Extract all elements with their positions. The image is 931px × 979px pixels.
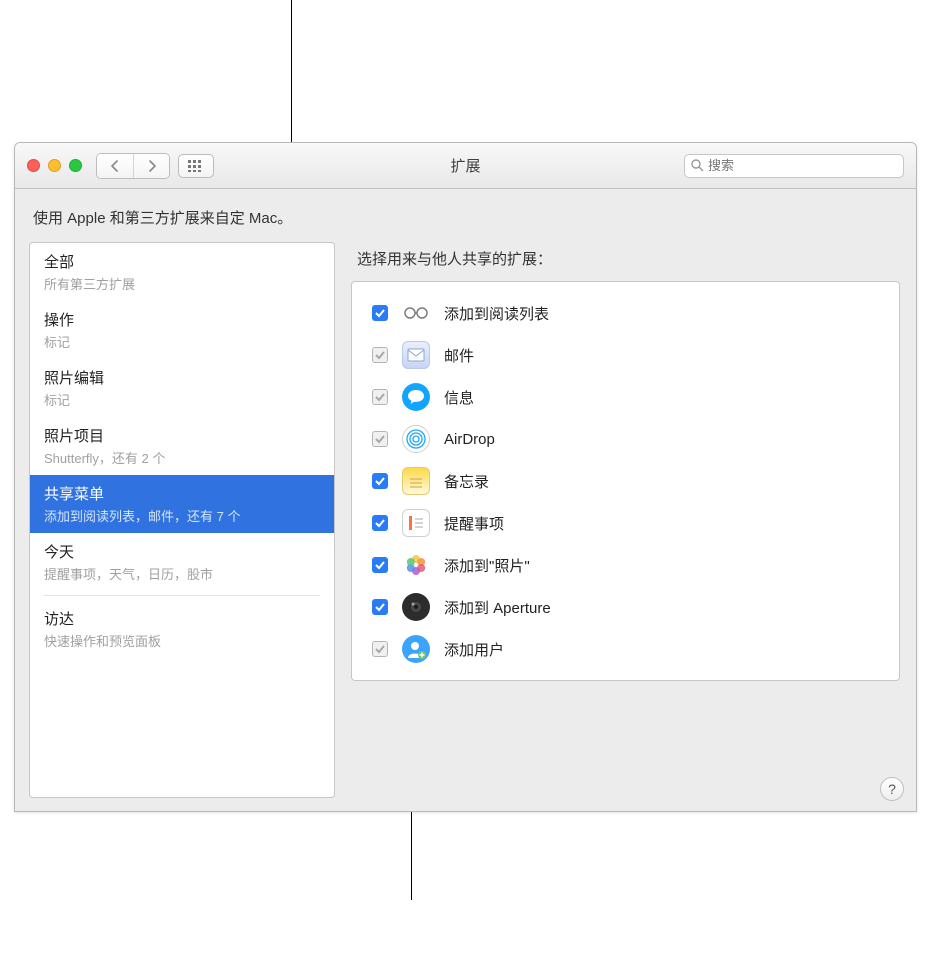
mail-icon [402, 341, 430, 369]
checkbox-mail[interactable] [372, 347, 388, 363]
sidebar-divider [44, 595, 320, 596]
extensions-title: 选择用来与他人共享的扩展： [357, 248, 900, 269]
extension-row-reading-list: 添加到阅读列表 [352, 292, 899, 334]
aperture-icon [402, 593, 430, 621]
forward-button[interactable] [133, 154, 169, 178]
sidebar-item-photo-editing[interactable]: 照片编辑 标记 [30, 359, 334, 417]
reading-list-icon [402, 299, 430, 327]
notes-icon [402, 467, 430, 495]
extension-row-aperture: 添加到 Aperture [352, 586, 899, 628]
sidebar-item-all[interactable]: 全部 所有第三方扩展 [30, 243, 334, 301]
extension-row-airdrop: AirDrop [352, 418, 899, 460]
extension-row-reminders: 提醒事项 [352, 502, 899, 544]
traffic-lights [27, 159, 82, 172]
checkbox-airdrop[interactable] [372, 431, 388, 447]
page-description: 使用 Apple 和第三方扩展来自定 Mac。 [15, 189, 916, 242]
preferences-window: 扩展 使用 Apple 和第三方扩展来自定 Mac。 全部 所有第三方扩展 操作… [14, 142, 917, 812]
zoom-button[interactable] [69, 159, 82, 172]
checkbox-reading-list[interactable] [372, 305, 388, 321]
checkbox-messages[interactable] [372, 389, 388, 405]
extension-row-notes: 备忘录 [352, 460, 899, 502]
help-button[interactable]: ? [880, 777, 904, 801]
checkbox-add-user[interactable] [372, 641, 388, 657]
checkbox-photos[interactable] [372, 557, 388, 573]
minimize-button[interactable] [48, 159, 61, 172]
extension-row-messages: 信息 [352, 376, 899, 418]
search-input[interactable] [708, 158, 897, 173]
extensions-list: 添加到阅读列表 邮件 信息 [351, 281, 900, 681]
back-button[interactable] [97, 154, 133, 178]
sidebar-item-today[interactable]: 今天 提醒事项，天气，日历，股市 [30, 533, 334, 591]
sidebar-item-share-menu[interactable]: 共享菜单 添加到阅读列表，邮件，还有 7 个 [30, 475, 334, 533]
category-sidebar: 全部 所有第三方扩展 操作 标记 照片编辑 标记 照片项目 Shutterfly… [29, 242, 335, 798]
sidebar-item-finder[interactable]: 访达 快速操作和预览面板 [30, 600, 334, 658]
sidebar-item-actions[interactable]: 操作 标记 [30, 301, 334, 359]
checkbox-aperture[interactable] [372, 599, 388, 615]
extensions-panel: 选择用来与他人共享的扩展： 添加到阅读列表 邮件 [349, 242, 902, 798]
sidebar-item-photo-projects[interactable]: 照片项目 Shutterfly，还有 2 个 [30, 417, 334, 475]
extension-row-photos: 添加到"照片" [352, 544, 899, 586]
content-area: 全部 所有第三方扩展 操作 标记 照片编辑 标记 照片项目 Shutterfly… [15, 242, 916, 812]
reminders-icon [402, 509, 430, 537]
close-button[interactable] [27, 159, 40, 172]
messages-icon [402, 383, 430, 411]
search-field[interactable] [684, 154, 904, 178]
show-all-button[interactable] [178, 154, 214, 178]
titlebar: 扩展 [15, 143, 916, 189]
checkbox-reminders[interactable] [372, 515, 388, 531]
add-user-icon [402, 635, 430, 663]
checkbox-notes[interactable] [372, 473, 388, 489]
search-icon [691, 159, 704, 172]
photos-icon [402, 551, 430, 579]
nav-segment [96, 153, 170, 179]
airdrop-icon [402, 425, 430, 453]
extension-row-add-user: 添加用户 [352, 628, 899, 670]
extension-row-mail: 邮件 [352, 334, 899, 376]
